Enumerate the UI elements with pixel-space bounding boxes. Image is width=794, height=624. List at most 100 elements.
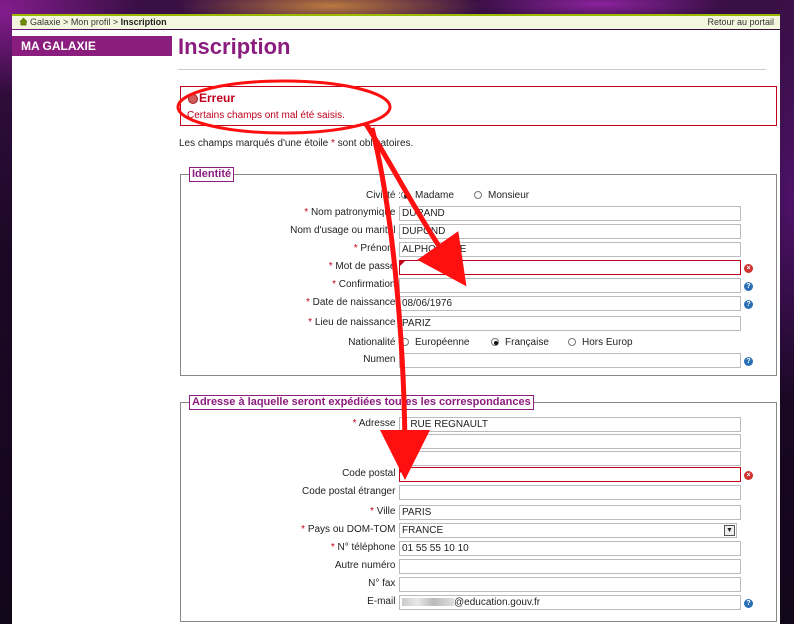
city-row: * Ville : PARIS: [181, 505, 776, 521]
birth-date-input[interactable]: 08/06/1976: [399, 296, 741, 311]
info-icon[interactable]: ?: [744, 599, 753, 608]
numen-input[interactable]: [399, 353, 741, 368]
first-name-row: * Prénom : ALPHONSINE: [181, 242, 776, 258]
city-input[interactable]: PARIS: [399, 505, 741, 520]
last-name-input[interactable]: DURAND: [399, 206, 741, 221]
error-title: Erreur: [199, 91, 236, 105]
phone-input[interactable]: 01 55 55 10 10: [399, 541, 741, 556]
breadcrumb-link-galaxie[interactable]: Galaxie: [30, 17, 61, 27]
civility-monsieur-radio[interactable]: Monsieur: [474, 190, 529, 201]
back-to-portal-link[interactable]: Retour au portail: [707, 16, 774, 28]
password-label: * Mot de passe :: [328, 261, 401, 272]
clear-field-icon[interactable]: ×: [744, 471, 753, 480]
street2-row: [181, 434, 776, 450]
birth-place-label: * Lieu de naissance :: [308, 317, 401, 328]
radio-label: Française: [505, 337, 549, 348]
radio-unchecked-icon: [401, 338, 409, 346]
radio-unchecked-icon: [474, 191, 482, 199]
email-row: E-mail : @education.gouv.fr ?: [181, 595, 776, 611]
street-label: * Adresse :: [352, 418, 401, 429]
nationality-label: Nationalité :: [348, 337, 401, 348]
street3-input[interactable]: [399, 451, 741, 466]
radio-label: Européenne: [415, 337, 470, 348]
foreign-postal-code-row: Code postal étranger :: [181, 485, 776, 501]
country-select[interactable]: FRANCE ▼: [399, 523, 737, 538]
breadcrumb-separator: >: [112, 17, 119, 27]
fax-input[interactable]: [399, 577, 741, 592]
breadcrumb: Galaxie > Mon profil > Inscription: [19, 16, 167, 28]
phone-row: * N° téléphone : 01 55 55 10 10: [181, 541, 776, 557]
numen-row: Numen : ?: [181, 353, 776, 369]
identity-legend: Identité: [189, 167, 235, 182]
city-label: * Ville :: [370, 506, 401, 517]
breadcrumb-link-profile[interactable]: Mon profil: [71, 17, 111, 27]
last-name-row: * Nom patronymique : DURAND: [181, 206, 776, 222]
usage-name-label: Nom d'usage ou marital :: [290, 225, 401, 236]
other-phone-label: Autre numéro :: [334, 560, 401, 571]
chevron-down-icon[interactable]: ▼: [724, 525, 735, 536]
birth-date-row: * Date de naissance : 08/06/1976 ?: [181, 296, 776, 312]
home-icon[interactable]: [19, 17, 28, 26]
nationality-outside-europe-radio[interactable]: Hors Europ: [568, 337, 633, 348]
birth-place-row: * Lieu de naissance : PARIZ: [181, 316, 776, 332]
required-note-before: Les champs marqués d'une étoile: [179, 138, 331, 149]
numen-label: Numen :: [363, 354, 401, 365]
breadcrumb-bar: Galaxie > Mon profil > Inscription Retou…: [12, 14, 780, 29]
email-input[interactable]: @education.gouv.fr: [399, 595, 741, 610]
street2-input[interactable]: [399, 434, 741, 449]
foreign-postal-code-input[interactable]: [399, 485, 741, 500]
birth-place-input[interactable]: PARIZ: [399, 316, 741, 331]
first-name-label: * Prénom :: [353, 243, 401, 254]
page-title: Inscription: [178, 34, 291, 59]
nationality-french-radio[interactable]: Française: [491, 337, 549, 348]
radio-label: Monsieur: [488, 190, 530, 201]
address-legend: Adresse à laquelle seront expédiées tout…: [189, 395, 534, 410]
other-phone-input[interactable]: [399, 559, 741, 574]
radio-checked-icon: [491, 338, 499, 346]
nationality-row: Nationalité : Européenne Française Hors …: [181, 336, 776, 352]
sidebar-title[interactable]: MA GALAXIE: [12, 36, 172, 56]
breadcrumb-current: Inscription: [120, 17, 167, 27]
usage-name-input[interactable]: DUPOND: [399, 224, 741, 239]
info-icon[interactable]: ?: [744, 357, 753, 366]
confirmation-input[interactable]: [399, 278, 741, 293]
last-name-label: * Nom patronymique :: [304, 207, 401, 218]
fax-row: N° fax :: [181, 577, 776, 593]
usage-name-row: Nom d'usage ou marital : DUPOND: [181, 224, 776, 240]
password-row: * Mot de passe : ×: [181, 260, 776, 276]
error-icon: [188, 94, 198, 104]
postal-code-label: Code postal :: [342, 468, 401, 479]
nationality-european-radio[interactable]: Européenne: [401, 337, 470, 348]
foreign-postal-code-label: Code postal étranger :: [302, 486, 401, 497]
fax-label: N° fax :: [368, 578, 401, 589]
email-label: E-mail :: [367, 596, 401, 607]
civility-label: Civilité :: [365, 190, 401, 201]
email-domain: @education.gouv.fr: [454, 597, 541, 608]
info-icon[interactable]: ?: [744, 300, 753, 309]
birth-date-label: * Date de naissance :: [305, 297, 401, 308]
radio-unchecked-icon: [568, 338, 576, 346]
phone-label: * N° téléphone :: [330, 542, 401, 553]
clear-field-icon[interactable]: ×: [744, 264, 753, 273]
street-input[interactable]: 2 RUE REGNAULT: [399, 417, 741, 432]
error-message: Certains champs ont mal été saisis.: [187, 110, 345, 121]
street3-row: [181, 451, 776, 467]
civility-madame-radio[interactable]: Madame: [401, 190, 454, 201]
other-phone-row: Autre numéro :: [181, 559, 776, 575]
radio-checked-icon: [401, 191, 409, 199]
radio-label: Madame: [415, 190, 454, 201]
country-selected-value: FRANCE: [402, 525, 444, 536]
info-icon[interactable]: ?: [744, 282, 753, 291]
street-row: * Adresse : 2 RUE REGNAULT: [181, 417, 776, 433]
postal-code-row: Code postal : ×: [181, 467, 776, 483]
confirmation-label: * Confirmation :: [332, 279, 401, 290]
postal-code-input[interactable]: [399, 467, 741, 482]
first-name-input[interactable]: ALPHONSINE: [399, 242, 741, 257]
title-divider: [178, 69, 766, 70]
required-note: Les champs marqués d'une étoile * sont o…: [179, 138, 413, 149]
identity-section: Identité Civilité : Madame Monsieur * No…: [180, 167, 777, 376]
civility-row: Civilité : Madame Monsieur: [181, 189, 776, 205]
password-input[interactable]: [399, 260, 741, 275]
radio-label: Hors Europ: [582, 337, 633, 348]
redacted-text: [402, 598, 454, 607]
